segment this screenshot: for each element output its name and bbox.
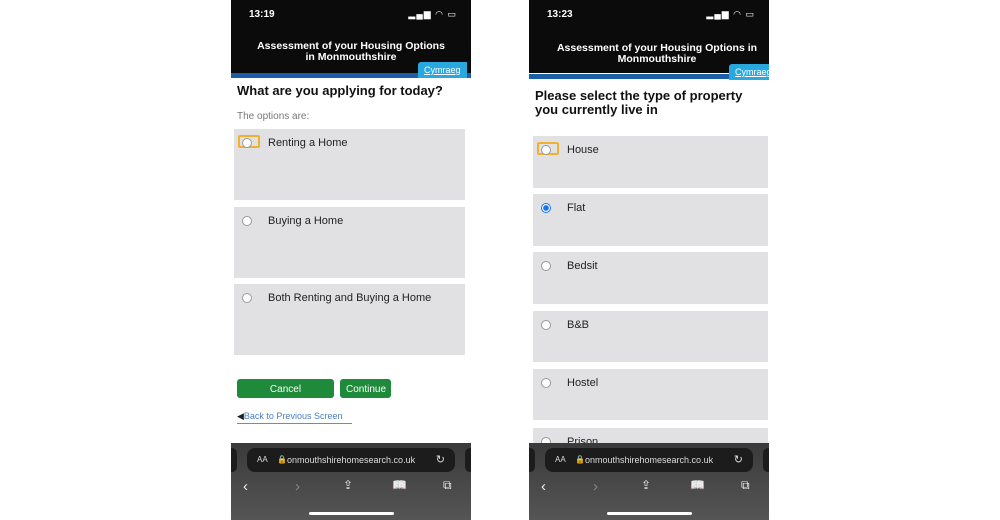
radio-button[interactable] (242, 293, 252, 303)
text-size-button[interactable]: AA (555, 448, 566, 472)
reload-icon[interactable]: ↻ (734, 448, 743, 472)
back-icon[interactable]: ‹ (541, 478, 546, 495)
bookmarks-icon[interactable]: 📖 (690, 478, 705, 492)
lock-icon: 🔒 (575, 455, 585, 464)
continue-button[interactable]: Continue (340, 379, 391, 398)
option-buying[interactable]: Buying a Home (234, 207, 465, 278)
next-tab[interactable] (763, 448, 769, 472)
option-label: Buying a Home (268, 215, 344, 227)
radio-button[interactable] (242, 138, 252, 148)
url-text: onmouthshirehomesearch.co.uk (287, 455, 416, 465)
option-label: Bedsit (567, 260, 598, 272)
option-label: Renting a Home (268, 137, 348, 149)
text-size-button[interactable]: AA (257, 448, 268, 472)
header: 13:23 ▂▄▆ ◠ ▭ Assessment of your Housing… (529, 0, 769, 73)
share-icon[interactable]: ⇪ (343, 478, 353, 492)
forward-icon[interactable]: › (593, 478, 598, 495)
address-bar[interactable]: AA 🔒 onmouthshirehomesearch.co.uk ↻ (247, 448, 455, 472)
prev-tab[interactable] (529, 448, 535, 472)
question: Please select the type of property you c… (535, 88, 743, 117)
option-house[interactable]: House (533, 136, 768, 188)
browser-toolbar: AA 🔒 onmouthshirehomesearch.co.uk ↻ ‹ › ⇪ 📖… (529, 443, 769, 520)
phone-screen-1: 13:19 ▂▄▆ ◠ ▭ Assessment of your Housing… (231, 0, 471, 520)
status-time: 13:23 (547, 9, 573, 20)
lock-icon: 🔒 (277, 455, 287, 464)
bookmarks-icon[interactable]: 📖 (392, 478, 407, 492)
back-icon[interactable]: ‹ (243, 478, 248, 495)
page-title: Assessment of your Housing Options in Mo… (556, 42, 758, 65)
cancel-assessment-button[interactable]: Cancel assessment (237, 379, 334, 414)
home-indicator (309, 512, 394, 515)
forward-icon[interactable]: › (295, 478, 300, 495)
option-bnb[interactable]: B&B (533, 311, 768, 362)
option-label: Hostel (567, 377, 599, 389)
option-hostel[interactable]: Hostel (533, 369, 768, 420)
status-icons: ▂▄▆ ◠ ▭ (408, 9, 457, 19)
language-toggle[interactable]: Cymraeg (729, 64, 769, 80)
status-icons: ▂▄▆ ◠ ▭ (706, 9, 755, 19)
back-arrow-icon: ◀ (237, 411, 244, 421)
option-bedsit[interactable]: Bedsit (533, 252, 768, 304)
browser-toolbar: AA 🔒 onmouthshirehomesearch.co.uk ↻ ‹ › ⇪ 📖… (231, 443, 471, 520)
home-indicator (607, 512, 692, 515)
language-toggle[interactable]: Cymraeg (418, 62, 467, 78)
tabs-icon[interactable]: ⧉ (443, 478, 452, 493)
radio-button[interactable] (541, 320, 551, 330)
option-flat[interactable]: Flat (533, 194, 768, 246)
radio-button[interactable] (541, 261, 551, 271)
prev-tab[interactable] (231, 448, 237, 472)
option-label: Both Renting and Buying a Home (268, 292, 432, 304)
tabs-icon[interactable]: ⧉ (741, 478, 750, 493)
next-tab[interactable] (465, 448, 471, 472)
radio-button[interactable] (541, 378, 551, 388)
status-time: 13:19 (249, 9, 275, 20)
options-intro: The options are: (237, 111, 310, 122)
reload-icon[interactable]: ↻ (436, 448, 445, 472)
back-link-label: Back to Previous Screen (243, 411, 343, 421)
option-label: B&B (567, 319, 590, 331)
address-bar[interactable]: AA 🔒 onmouthshirehomesearch.co.uk ↻ (545, 448, 753, 472)
page-title: Assessment of your Housing Options in Mo… (257, 40, 445, 63)
option-both[interactable]: Both Renting and Buying a Home (234, 284, 465, 355)
option-label: House (567, 144, 599, 156)
url-text: onmouthshirehomesearch.co.uk (585, 455, 714, 465)
radio-button[interactable] (242, 216, 252, 226)
back-link[interactable]: ◀Back to Previous Screen (237, 411, 352, 424)
share-icon[interactable]: ⇪ (641, 478, 651, 492)
option-label: Flat (567, 202, 586, 214)
question: What are you applying for today? (237, 83, 443, 98)
phone-screen-2: 13:23 ▂▄▆ ◠ ▭ Assessment of your Housing… (529, 0, 769, 520)
radio-button[interactable] (541, 145, 551, 155)
radio-button-selected[interactable] (541, 203, 551, 213)
option-renting[interactable]: Renting a Home (234, 129, 465, 200)
